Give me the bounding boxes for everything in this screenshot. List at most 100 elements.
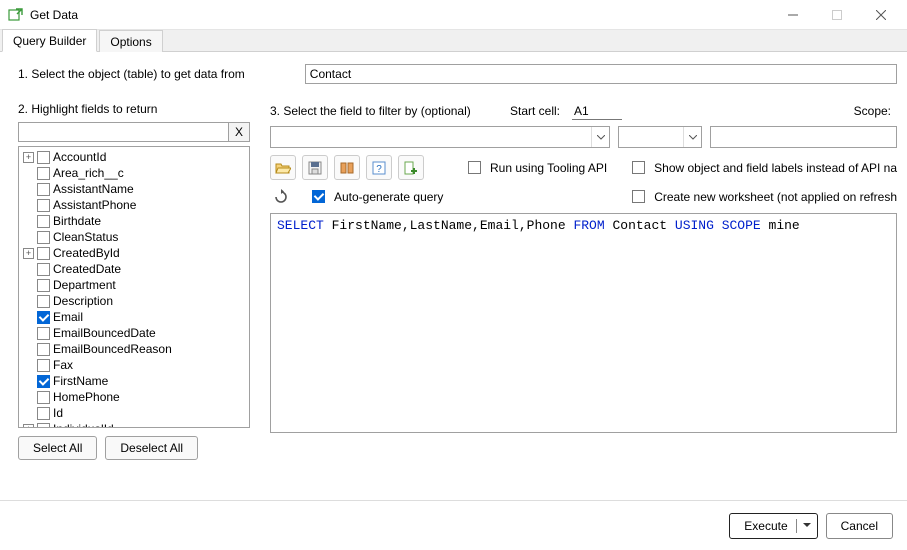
scope-value-input[interactable]	[710, 126, 897, 148]
field-label: AccountId	[53, 150, 106, 164]
autogen-label: Auto-generate query	[334, 190, 443, 204]
field-checkbox[interactable]	[37, 167, 50, 180]
expand-icon[interactable]: +	[23, 248, 34, 259]
startcell-label: Start cell:	[510, 104, 560, 118]
tab-strip: Query Builder Options	[0, 30, 907, 52]
field-checkbox[interactable]	[37, 231, 50, 244]
step1-row: 1. Select the object (table) to get data…	[18, 64, 897, 84]
field-label: Birthdate	[53, 214, 101, 228]
startcell-input[interactable]	[572, 102, 622, 120]
field-checkbox[interactable]	[37, 295, 50, 308]
help-button[interactable]: ?	[366, 155, 392, 180]
field-checkbox[interactable]	[37, 391, 50, 404]
field-label: EmailBouncedReason	[53, 342, 172, 356]
showlabels-label: Show object and field labels instead of …	[654, 161, 897, 175]
field-checkbox[interactable]	[37, 327, 50, 340]
field-item[interactable]: +CreatedDate	[19, 261, 249, 277]
dialog-footer: Execute Cancel	[0, 500, 907, 550]
open-file-button[interactable]	[270, 155, 296, 180]
field-label: Email	[53, 310, 83, 324]
field-label: Area_rich__c	[53, 166, 124, 180]
refresh-button[interactable]	[270, 186, 292, 208]
field-checkbox[interactable]	[37, 183, 50, 196]
field-checkbox[interactable]	[37, 343, 50, 356]
field-item[interactable]: +Email	[19, 309, 249, 325]
field-checkbox[interactable]	[37, 311, 50, 324]
field-filter-input[interactable]	[18, 122, 228, 142]
field-item[interactable]: +CreatedById	[19, 245, 249, 261]
expand-icon[interactable]: +	[23, 424, 34, 429]
query-panel: 3. Select the field to filter by (option…	[270, 102, 897, 433]
content-area: 1. Select the object (table) to get data…	[0, 52, 907, 500]
field-item[interactable]: +FirstName	[19, 373, 249, 389]
field-label: FirstName	[53, 374, 108, 388]
deselect-all-button[interactable]: Deselect All	[105, 436, 198, 460]
autogen-checkbox[interactable]	[312, 190, 325, 203]
field-checkbox[interactable]	[37, 423, 50, 429]
field-item[interactable]: +Department	[19, 277, 249, 293]
app-icon	[8, 7, 24, 23]
field-item[interactable]: +CleanStatus	[19, 229, 249, 245]
field-label: IndividualId	[53, 422, 114, 428]
expand-icon[interactable]: +	[23, 152, 34, 163]
field-label: Fax	[53, 358, 73, 372]
field-item[interactable]: +Area_rich__c	[19, 165, 249, 181]
title-bar: Get Data	[0, 0, 907, 30]
maximize-button[interactable]	[815, 1, 859, 29]
field-checkbox[interactable]	[37, 263, 50, 276]
field-checkbox[interactable]	[37, 359, 50, 372]
field-checkbox[interactable]	[37, 407, 50, 420]
close-button[interactable]	[859, 1, 903, 29]
object-input[interactable]	[305, 64, 897, 84]
chevron-down-icon	[683, 127, 701, 147]
field-checkbox[interactable]	[37, 279, 50, 292]
field-item[interactable]: +EmailBouncedDate	[19, 325, 249, 341]
scope-dropdown[interactable]	[618, 126, 702, 148]
execute-button[interactable]: Execute	[729, 513, 817, 539]
fields-tree[interactable]: +AccountId+Area_rich__c+AssistantName+As…	[18, 146, 250, 428]
select-all-button[interactable]: Select All	[18, 436, 97, 460]
field-item[interactable]: +EmailBouncedReason	[19, 341, 249, 357]
dropdown-arrow-icon[interactable]	[796, 519, 811, 533]
field-item[interactable]: +Description	[19, 293, 249, 309]
clear-filter-button[interactable]: X	[228, 122, 250, 142]
minimize-button[interactable]	[771, 1, 815, 29]
field-label: AssistantName	[53, 182, 134, 196]
field-item[interactable]: +AssistantName	[19, 181, 249, 197]
field-label: CleanStatus	[53, 230, 118, 244]
step2-label: 2. Highlight fields to return	[18, 102, 250, 116]
filter-field-dropdown[interactable]	[270, 126, 610, 148]
save-button[interactable]	[302, 155, 328, 180]
field-item[interactable]: +AssistantPhone	[19, 197, 249, 213]
field-label: CreatedDate	[53, 262, 121, 276]
field-item[interactable]: +Id	[19, 405, 249, 421]
tooling-checkbox[interactable]	[468, 161, 481, 174]
field-checkbox[interactable]	[37, 375, 50, 388]
field-label: Department	[53, 278, 116, 292]
fields-panel: 2. Highlight fields to return X + Account…	[18, 102, 250, 460]
newsheet-checkbox[interactable]	[632, 190, 645, 203]
query-textarea[interactable]: SELECT FirstName,LastName,Email,Phone FR…	[270, 213, 897, 433]
settings-button[interactable]	[334, 155, 360, 180]
field-item[interactable]: +Birthdate	[19, 213, 249, 229]
tab-options[interactable]: Options	[99, 30, 162, 52]
window-title: Get Data	[30, 8, 771, 22]
field-checkbox[interactable]	[37, 199, 50, 212]
field-item[interactable]: +Fax	[19, 357, 249, 373]
field-label: Id	[53, 406, 63, 420]
svg-text:?: ?	[376, 164, 382, 175]
showlabels-checkbox[interactable]	[632, 161, 645, 174]
cancel-button[interactable]: Cancel	[826, 513, 893, 539]
add-button[interactable]	[398, 155, 424, 180]
field-checkbox[interactable]	[37, 215, 50, 228]
step1-label: 1. Select the object (table) to get data…	[18, 67, 245, 81]
tooling-label: Run using Tooling API	[490, 161, 607, 175]
tab-query-builder[interactable]: Query Builder	[2, 29, 97, 52]
step3-label: 3. Select the field to filter by (option…	[270, 104, 490, 118]
field-label: HomePhone	[53, 390, 120, 404]
field-checkbox[interactable]	[37, 151, 50, 164]
field-item[interactable]: + IndividualId	[19, 421, 249, 428]
field-item[interactable]: + AccountId	[19, 149, 249, 165]
field-checkbox[interactable]	[37, 247, 50, 260]
field-item[interactable]: +HomePhone	[19, 389, 249, 405]
